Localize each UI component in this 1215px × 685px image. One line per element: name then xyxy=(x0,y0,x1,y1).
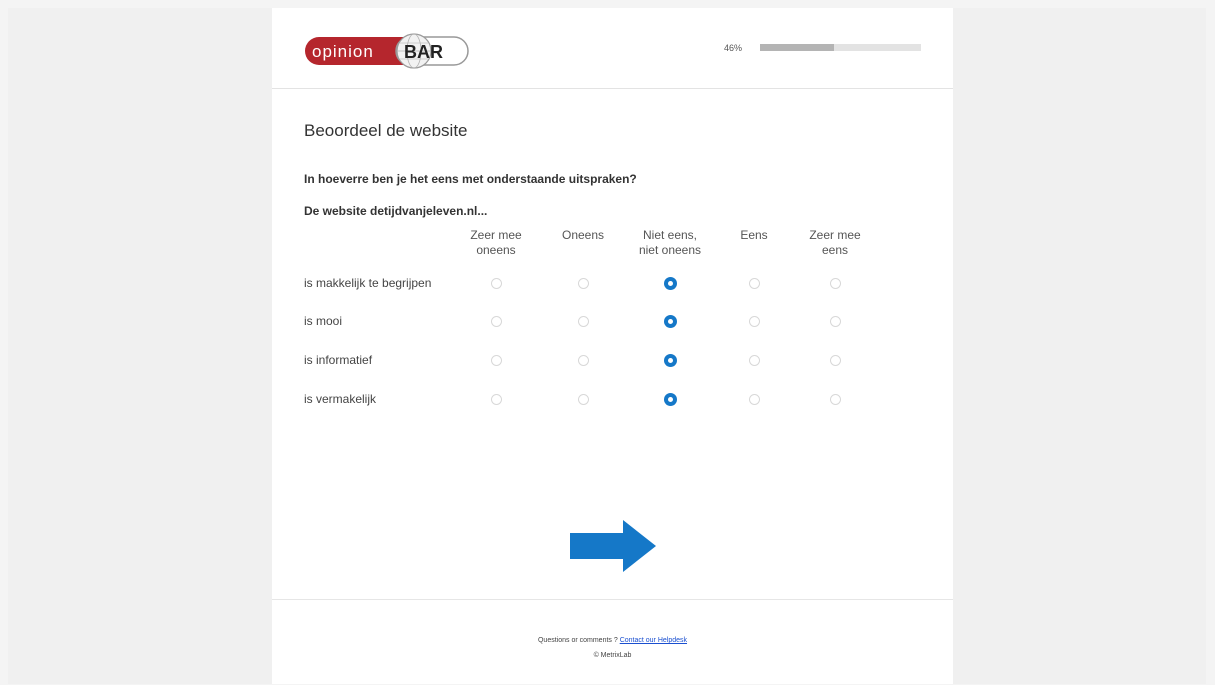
radio-option[interactable] xyxy=(490,277,502,289)
row-label: is makkelijk te begrijpen xyxy=(304,276,432,290)
subquestion-text: De website detijdvanjeleven.nl... xyxy=(304,204,488,218)
row-label: is vermakelijk xyxy=(304,392,377,406)
radio-option-selected[interactable] xyxy=(663,314,677,328)
radio-option[interactable] xyxy=(577,315,589,327)
radio-option[interactable] xyxy=(829,393,841,405)
column-header-line1: Eens xyxy=(740,228,768,242)
radio-option-selected[interactable] xyxy=(663,353,677,367)
radio-option[interactable] xyxy=(748,393,760,405)
helpdesk-link[interactable]: Contact our Helpdesk xyxy=(620,637,687,644)
progress-bar xyxy=(760,44,921,51)
radio-option[interactable] xyxy=(490,315,502,327)
copyright-text: © MetrixLab xyxy=(593,652,632,659)
survey-card: opinion BAR 46% Beoordeel de website In … xyxy=(272,8,953,684)
radio-option[interactable] xyxy=(490,354,502,366)
radio-option[interactable] xyxy=(829,277,841,289)
column-header-line2: niet oneens xyxy=(638,243,702,257)
radio-option[interactable] xyxy=(577,354,589,366)
column-header: Niet eens, niet oneens xyxy=(625,228,715,258)
opinionbar-logo: opinion BAR xyxy=(305,33,469,69)
column-header: Zeer mee eens xyxy=(790,228,880,258)
column-header-line1: Oneens xyxy=(561,228,605,242)
radio-option-selected[interactable] xyxy=(663,392,677,406)
survey-footer: Questions or comments ? Contact our Help… xyxy=(272,599,953,685)
column-header: Eens xyxy=(709,228,799,243)
radio-option[interactable] xyxy=(490,393,502,405)
column-header-line1: Zeer mee xyxy=(809,228,861,242)
column-header-line1: Niet eens, xyxy=(642,228,698,242)
radio-option[interactable] xyxy=(577,393,589,405)
logo-text-right: BAR xyxy=(404,42,443,62)
progress-label: 46% xyxy=(724,43,743,53)
footer-help-line: Questions or comments ? Contact our Help… xyxy=(272,637,953,644)
survey-header: opinion BAR 46% xyxy=(272,8,953,89)
page-title: Beoordeel de website xyxy=(304,121,468,140)
next-button[interactable] xyxy=(570,520,656,572)
radio-option-selected[interactable] xyxy=(663,276,677,290)
column-header-line2: oneens xyxy=(476,243,516,257)
question-text: In hoeverre ben je het eens met ondersta… xyxy=(304,172,637,186)
radio-option[interactable] xyxy=(748,277,760,289)
logo-text-left: opinion xyxy=(312,42,374,61)
arrow-right-icon xyxy=(570,520,656,572)
radio-option[interactable] xyxy=(748,354,760,366)
row-label: is informatief xyxy=(304,353,373,367)
column-header-line2: eens xyxy=(821,243,849,257)
column-header: Zeer mee oneens xyxy=(451,228,541,258)
radio-option[interactable] xyxy=(829,354,841,366)
radio-option[interactable] xyxy=(748,315,760,327)
footer-prefix: Questions or comments ? xyxy=(537,637,620,644)
radio-option[interactable] xyxy=(577,277,589,289)
row-label: is mooi xyxy=(304,314,343,328)
column-header: Oneens xyxy=(538,228,628,243)
radio-option[interactable] xyxy=(829,315,841,327)
progress-bar-fill xyxy=(760,44,835,51)
column-header-line1: Zeer mee xyxy=(470,228,522,242)
